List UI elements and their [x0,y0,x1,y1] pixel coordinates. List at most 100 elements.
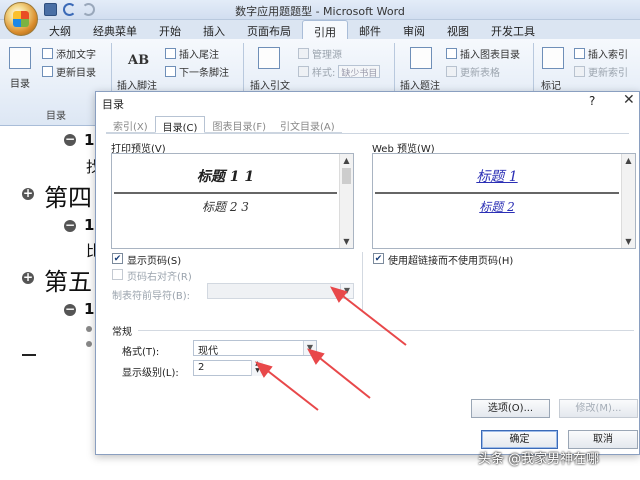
next-footnote-button[interactable]: 下一条脚注 [165,64,229,79]
scroll-up-icon[interactable]: ▲ [622,154,635,167]
options-button[interactable]: 选项(O)... [471,399,550,418]
tab-leader-label: 制表符前导符(B): [112,291,191,302]
scroll-down-icon[interactable]: ▼ [340,235,353,248]
toc-group-label: 目录 [46,111,66,122]
insert-caption-button[interactable]: 插入题注 [400,77,440,92]
web-preview-heading2[interactable]: 标题 2 [373,198,621,215]
spinner-icon[interactable]: ▲ ▼ [251,360,263,376]
general-section-label: 常规 [112,327,132,338]
tab-1[interactable]: 经典菜单 [82,20,148,39]
insert-footnote-icon[interactable]: AB [128,53,149,68]
tab-divider [106,133,629,134]
insert-table-of-figures-button[interactable]: 插入图表目录 [446,46,520,61]
office-logo-icon [13,11,29,27]
close-icon[interactable]: ✕ [623,92,635,108]
tab-4[interactable]: 页面布局 [236,20,302,39]
bullet-dot [86,326,92,332]
watermark: 头条 @我家男神在哪 [478,452,600,467]
update-table-icon [446,66,457,77]
show-levels-label: 显示级别(L): [122,368,179,379]
manage-sources-icon [298,48,309,59]
insert-index-button[interactable]: 插入索引 [574,46,628,61]
outline-number: 1 [84,300,95,318]
tab-8[interactable]: 视图 [436,20,480,39]
dialog-title: 目录 [102,98,124,111]
scroll-thumb[interactable] [342,168,351,184]
preview-divider [375,192,619,194]
tab-7[interactable]: 审阅 [392,20,436,39]
heading-text: 第四 [44,184,92,212]
tab-leader-select [207,283,354,299]
tab-5[interactable]: 引用 [302,20,348,39]
show-page-numbers-checkbox[interactable]: ✔ [112,253,123,264]
print-preview-scrollbar[interactable]: ▲ ▼ [339,154,353,248]
ok-button[interactable]: 确定 [481,430,558,449]
add-text-button[interactable]: 添加文字 [42,46,96,61]
style-icon [298,66,309,77]
update-index-button[interactable]: 更新索引 [574,64,628,79]
dialog-tab-2[interactable]: 图表目录(F) [205,116,274,133]
print-preview-heading1: 标题 1 1 [196,169,255,185]
mark-entry-icon[interactable] [542,47,564,69]
update-toc-button[interactable]: 更新目录 [42,64,96,79]
format-label: 格式(T): [122,347,160,358]
modify-button: 修改(M)... [559,399,638,418]
web-preview-heading1[interactable]: 标题 1 [373,166,621,186]
preview-divider [114,192,337,194]
table-of-figures-icon [446,48,457,59]
scroll-up-icon[interactable]: ▲ [340,154,353,167]
citation-style-select[interactable]: 样式: 缺少书目 [298,64,381,79]
right-align-checkbox [112,269,123,280]
dialog-tabs: 索引(X) 目录(C) 图表目录(F) 引文目录(A) [106,116,342,134]
web-preview-scrollbar[interactable]: ▲ ▼ [621,154,635,248]
use-hyperlinks-checkbox[interactable]: ✔ [373,253,384,264]
bullet-dot [86,341,92,347]
update-index-icon [574,66,585,77]
text-cursor [22,354,36,356]
ribbon-tabs: 大纲 经典菜单 开始 插入 页面布局 引用 邮件 审阅 视图 开发工具 [0,20,640,39]
insert-caption-icon[interactable] [410,47,432,69]
tab-9[interactable]: 开发工具 [480,20,546,39]
office-button[interactable] [4,2,38,36]
collapse-icon[interactable]: − [64,303,76,316]
dropdown-arrow-icon: ▼ [340,284,353,298]
cancel-button[interactable]: 取消 [568,430,638,449]
tab-6[interactable]: 邮件 [348,20,392,39]
window-title: 数字应用题题型 - Microsoft Word [235,5,405,18]
heading-text: 第五 [44,268,92,296]
mark-entry-button[interactable]: 标记 [541,77,561,92]
insert-endnote-button[interactable]: 插入尾注 [165,46,219,61]
collapse-icon[interactable]: − [64,219,76,232]
show-page-numbers-label: 显示页码(S) [127,256,182,267]
insert-citation-icon[interactable] [258,47,280,69]
help-button[interactable]: ? [589,94,595,108]
dialog-tab-0[interactable]: 索引(X) [106,116,155,133]
right-align-label: 页码右对齐(R) [127,272,192,283]
toc-button-label[interactable]: 目录 [10,75,30,90]
manage-sources-button[interactable]: 管理源 [298,46,342,61]
tab-2[interactable]: 开始 [148,20,192,39]
next-footnote-icon [165,66,176,77]
update-table-button[interactable]: 更新表格 [446,64,500,79]
collapse-icon[interactable]: − [64,133,76,146]
add-text-icon [42,48,53,59]
scroll-down-icon[interactable]: ▼ [622,235,635,248]
vertical-divider [362,252,363,312]
insert-footnote-button[interactable]: 插入脚注 [117,77,157,92]
insert-citation-button[interactable]: 插入引文 [250,77,290,92]
print-preview-heading2: 标题 2 3 [202,200,249,214]
use-hyperlinks-label: 使用超链接而不使用页码(H) [388,256,514,267]
tab-0[interactable]: 大纲 [38,20,82,39]
expand-icon[interactable]: + [22,187,34,200]
dialog-tab-3[interactable]: 引文目录(A) [273,116,342,133]
tab-3[interactable]: 插入 [192,20,236,39]
table-of-contents-icon[interactable] [9,47,31,69]
format-select[interactable]: 现代 [193,340,317,357]
update-icon [42,66,53,77]
outline-number: 1 [84,216,95,234]
print-preview-box: 标题 1 1 标题 2 3 ▲ ▼ [111,153,354,249]
outline-number: 1 [84,131,95,149]
expand-icon[interactable]: + [22,271,34,284]
dialog-tab-1[interactable]: 目录(C) [154,116,206,134]
chevron-down-icon[interactable]: ▼ [303,341,316,355]
